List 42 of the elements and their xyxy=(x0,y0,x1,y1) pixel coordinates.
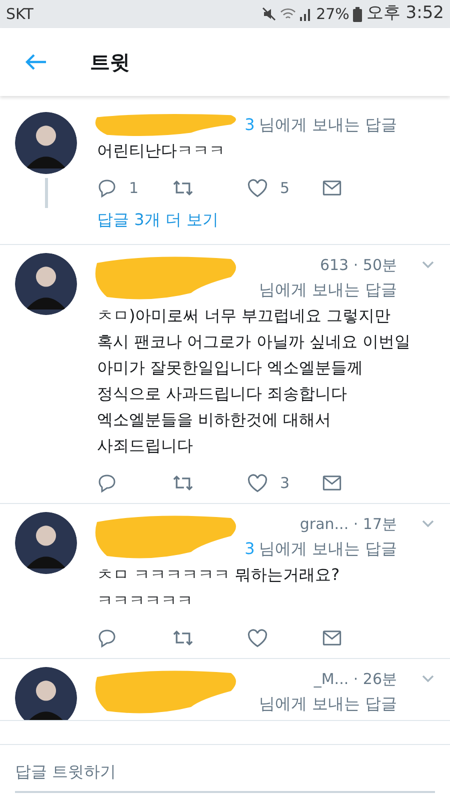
reply-count: 1 xyxy=(129,178,139,199)
tweet-text: 어린티난다ㅋㅋㅋ xyxy=(97,140,226,162)
tweet-meta: gran... · 17분 xyxy=(300,514,397,535)
page-title: 트윗 xyxy=(90,49,130,76)
carrier-label: SKT xyxy=(6,4,34,25)
battery-percent: 27% xyxy=(316,4,350,25)
avatar[interactable] xyxy=(15,512,77,574)
tweet-text: ㅊㅁ ㅋㅋㅋㅋㅋㅋ 뭐하는거래요? ㅋㅋㅋㅋㅋㅋ xyxy=(97,564,341,612)
avatar[interactable] xyxy=(15,112,77,174)
tweet-meta: 613 · 50분 xyxy=(320,254,397,276)
reply-handle[interactable]: 3 xyxy=(244,537,255,561)
avatar[interactable] xyxy=(15,253,77,315)
mute-icon xyxy=(262,7,276,21)
reply-input[interactable]: 답글 트윗하기 xyxy=(15,752,435,792)
tweet-text: ㅊㅁ)아미로써 너무 부끄럽네요 그렇지만 혹시 팬코나 어그로가 아닐까 싶네요 이번일 아미가 잘못한일입니다 엑소엘분들께 정식으로 사과드립니다 죄송합니다 엑소엘분들을 비하한것에 대해서 사죄드립니다 xyxy=(97,305,412,457)
reply-handle[interactable]: 3 xyxy=(244,113,255,137)
reply-icon[interactable] xyxy=(97,473,117,493)
back-icon[interactable] xyxy=(24,52,48,72)
reply-to-label: 님에게 보내는 답글 xyxy=(258,279,397,301)
heart-icon[interactable] xyxy=(247,628,268,648)
reply-to-label: 님에게 보내는 답글 xyxy=(258,693,397,715)
heart-icon[interactable] xyxy=(247,474,268,492)
reply-to-label: 님에게 보내는 답글 xyxy=(258,538,397,560)
battery-icon xyxy=(353,6,362,22)
retweet-icon[interactable] xyxy=(172,473,194,493)
retweet-icon[interactable] xyxy=(172,628,194,648)
reply-icon[interactable] xyxy=(97,178,117,198)
signal-icon xyxy=(300,7,312,21)
retweet-icon[interactable] xyxy=(172,178,194,198)
like-count: 3 xyxy=(280,472,290,494)
avatar[interactable] xyxy=(15,667,77,720)
mail-icon[interactable] xyxy=(322,629,342,647)
heart-icon[interactable] xyxy=(247,178,268,198)
clock: 오후 3:52 xyxy=(366,2,444,26)
like-count: 5 xyxy=(280,178,290,199)
tweet-meta: _M... · 26분 xyxy=(314,668,397,690)
reply-to-label: 님에게 보내는 답글 xyxy=(258,114,397,136)
reply-icon[interactable] xyxy=(97,628,117,648)
mail-icon[interactable] xyxy=(322,474,342,492)
wifi-icon xyxy=(280,7,296,21)
mail-icon[interactable] xyxy=(322,179,342,197)
more-replies-link[interactable]: 답글 3개 더 보기 xyxy=(97,210,218,229)
